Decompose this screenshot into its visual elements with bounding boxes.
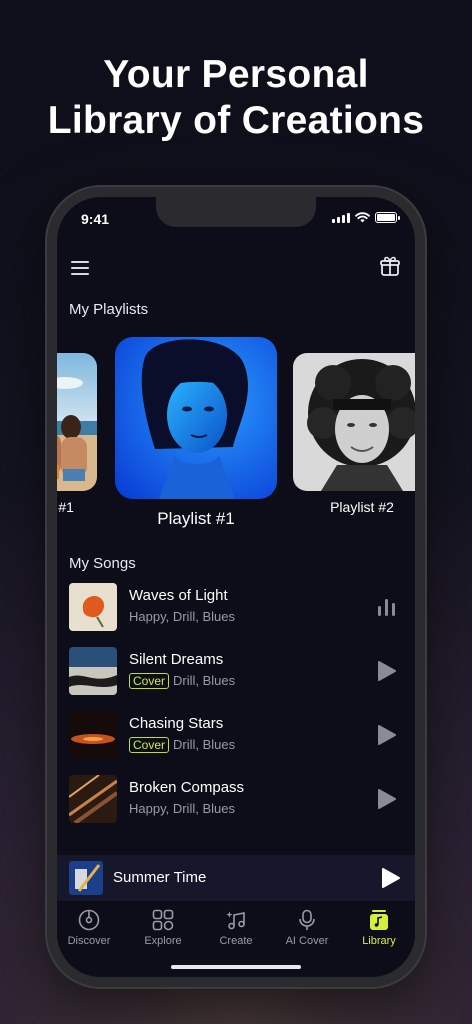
playlist-label-right: Playlist #2 <box>330 499 394 515</box>
song-title: Waves of Light <box>129 587 228 604</box>
song-meta: Happy, Drill, Blues <box>129 609 235 624</box>
status-icons <box>332 212 400 223</box>
gift-icon[interactable] <box>379 255 401 277</box>
play-icon[interactable] <box>377 724 397 746</box>
tab-label: Discover <box>67 935 111 947</box>
microphone-icon <box>299 909 315 930</box>
song-artwork <box>69 583 117 631</box>
tab-label: Create <box>219 935 253 947</box>
playlist-card-left[interactable] <box>57 353 97 491</box>
tab-label: AI Cover <box>285 935 329 947</box>
song-row[interactable]: Silent Dreams Cover Drill, Blues <box>69 647 403 697</box>
tab-bar: Discover Explore Create AI Cover Library <box>57 901 415 977</box>
equalizer-icon[interactable] <box>377 596 397 618</box>
disc-icon <box>78 909 100 931</box>
battery-icon <box>375 212 400 223</box>
tab-label: Library <box>362 935 396 947</box>
song-meta: Cover Drill, Blues <box>129 737 235 753</box>
song-tags: Drill, Blues <box>173 673 236 688</box>
play-icon[interactable] <box>381 867 401 889</box>
playlist-card-right[interactable] <box>293 353 415 491</box>
menu-icon[interactable] <box>71 261 89 275</box>
status-time: 9:41 <box>81 211 110 227</box>
song-meta: Happy, Drill, Blues <box>129 801 235 816</box>
play-icon[interactable] <box>377 788 397 810</box>
song-meta: Cover Drill, Blues <box>129 673 235 689</box>
headline: Your Personal Library of Creations <box>0 52 472 144</box>
tab-ai-cover[interactable]: AI Cover <box>271 909 343 947</box>
wifi-icon <box>355 212 370 223</box>
now-playing-artwork <box>69 861 103 895</box>
cover-badge: Cover <box>129 737 170 753</box>
playlist-cover-portrait-bw <box>293 353 415 491</box>
now-playing-bar[interactable]: Summer Time <box>57 855 415 901</box>
notch <box>156 197 316 227</box>
now-playing-title: Summer Time <box>113 869 207 886</box>
cover-badge: Cover <box>129 673 170 689</box>
home-indicator <box>171 965 301 969</box>
song-title: Broken Compass <box>129 779 245 796</box>
song-artwork <box>69 775 117 823</box>
playlist-cover-beach <box>57 353 97 491</box>
library-icon <box>370 910 388 930</box>
tab-discover[interactable]: Discover <box>57 909 125 947</box>
phone-frame: 9:41 My Playlists #1 Playlist #1 Playlis… <box>47 187 425 987</box>
tab-explore[interactable]: Explore <box>127 909 199 947</box>
signal-icon <box>332 212 350 223</box>
playlist-cover-portrait-blue <box>115 337 277 499</box>
my-songs-title: My Songs <box>69 555 136 572</box>
headline-line-1: Your Personal <box>103 53 369 96</box>
play-icon[interactable] <box>377 660 397 682</box>
app-screen: 9:41 My Playlists #1 Playlist #1 Playlis… <box>57 197 415 977</box>
tab-library[interactable]: Library <box>343 909 415 947</box>
music-sparkle-icon <box>226 911 245 930</box>
tab-label: Explore <box>144 935 182 947</box>
song-title: Chasing Stars <box>129 715 224 732</box>
song-artwork <box>69 711 117 759</box>
grid-icon <box>152 909 174 931</box>
song-artwork <box>69 647 117 695</box>
song-row[interactable]: Waves of Light Happy, Drill, Blues <box>69 583 403 633</box>
song-tags: Happy, Drill, Blues <box>129 801 235 816</box>
playlist-card-center[interactable] <box>115 337 277 499</box>
song-tags: Drill, Blues <box>173 737 236 752</box>
headline-line-2: Library of Creations <box>47 99 425 142</box>
song-row[interactable]: Chasing Stars Cover Drill, Blues <box>69 711 403 761</box>
playlist-label-left: Playlist #1 <box>57 499 74 515</box>
song-row[interactable]: Broken Compass Happy, Drill, Blues <box>69 775 403 825</box>
my-playlists-title: My Playlists <box>69 301 149 318</box>
song-title: Silent Dreams <box>129 651 224 668</box>
tab-create[interactable]: Create <box>200 909 272 947</box>
playlist-label-center: Playlist #1 <box>157 509 235 528</box>
song-tags: Happy, Drill, Blues <box>129 609 235 624</box>
